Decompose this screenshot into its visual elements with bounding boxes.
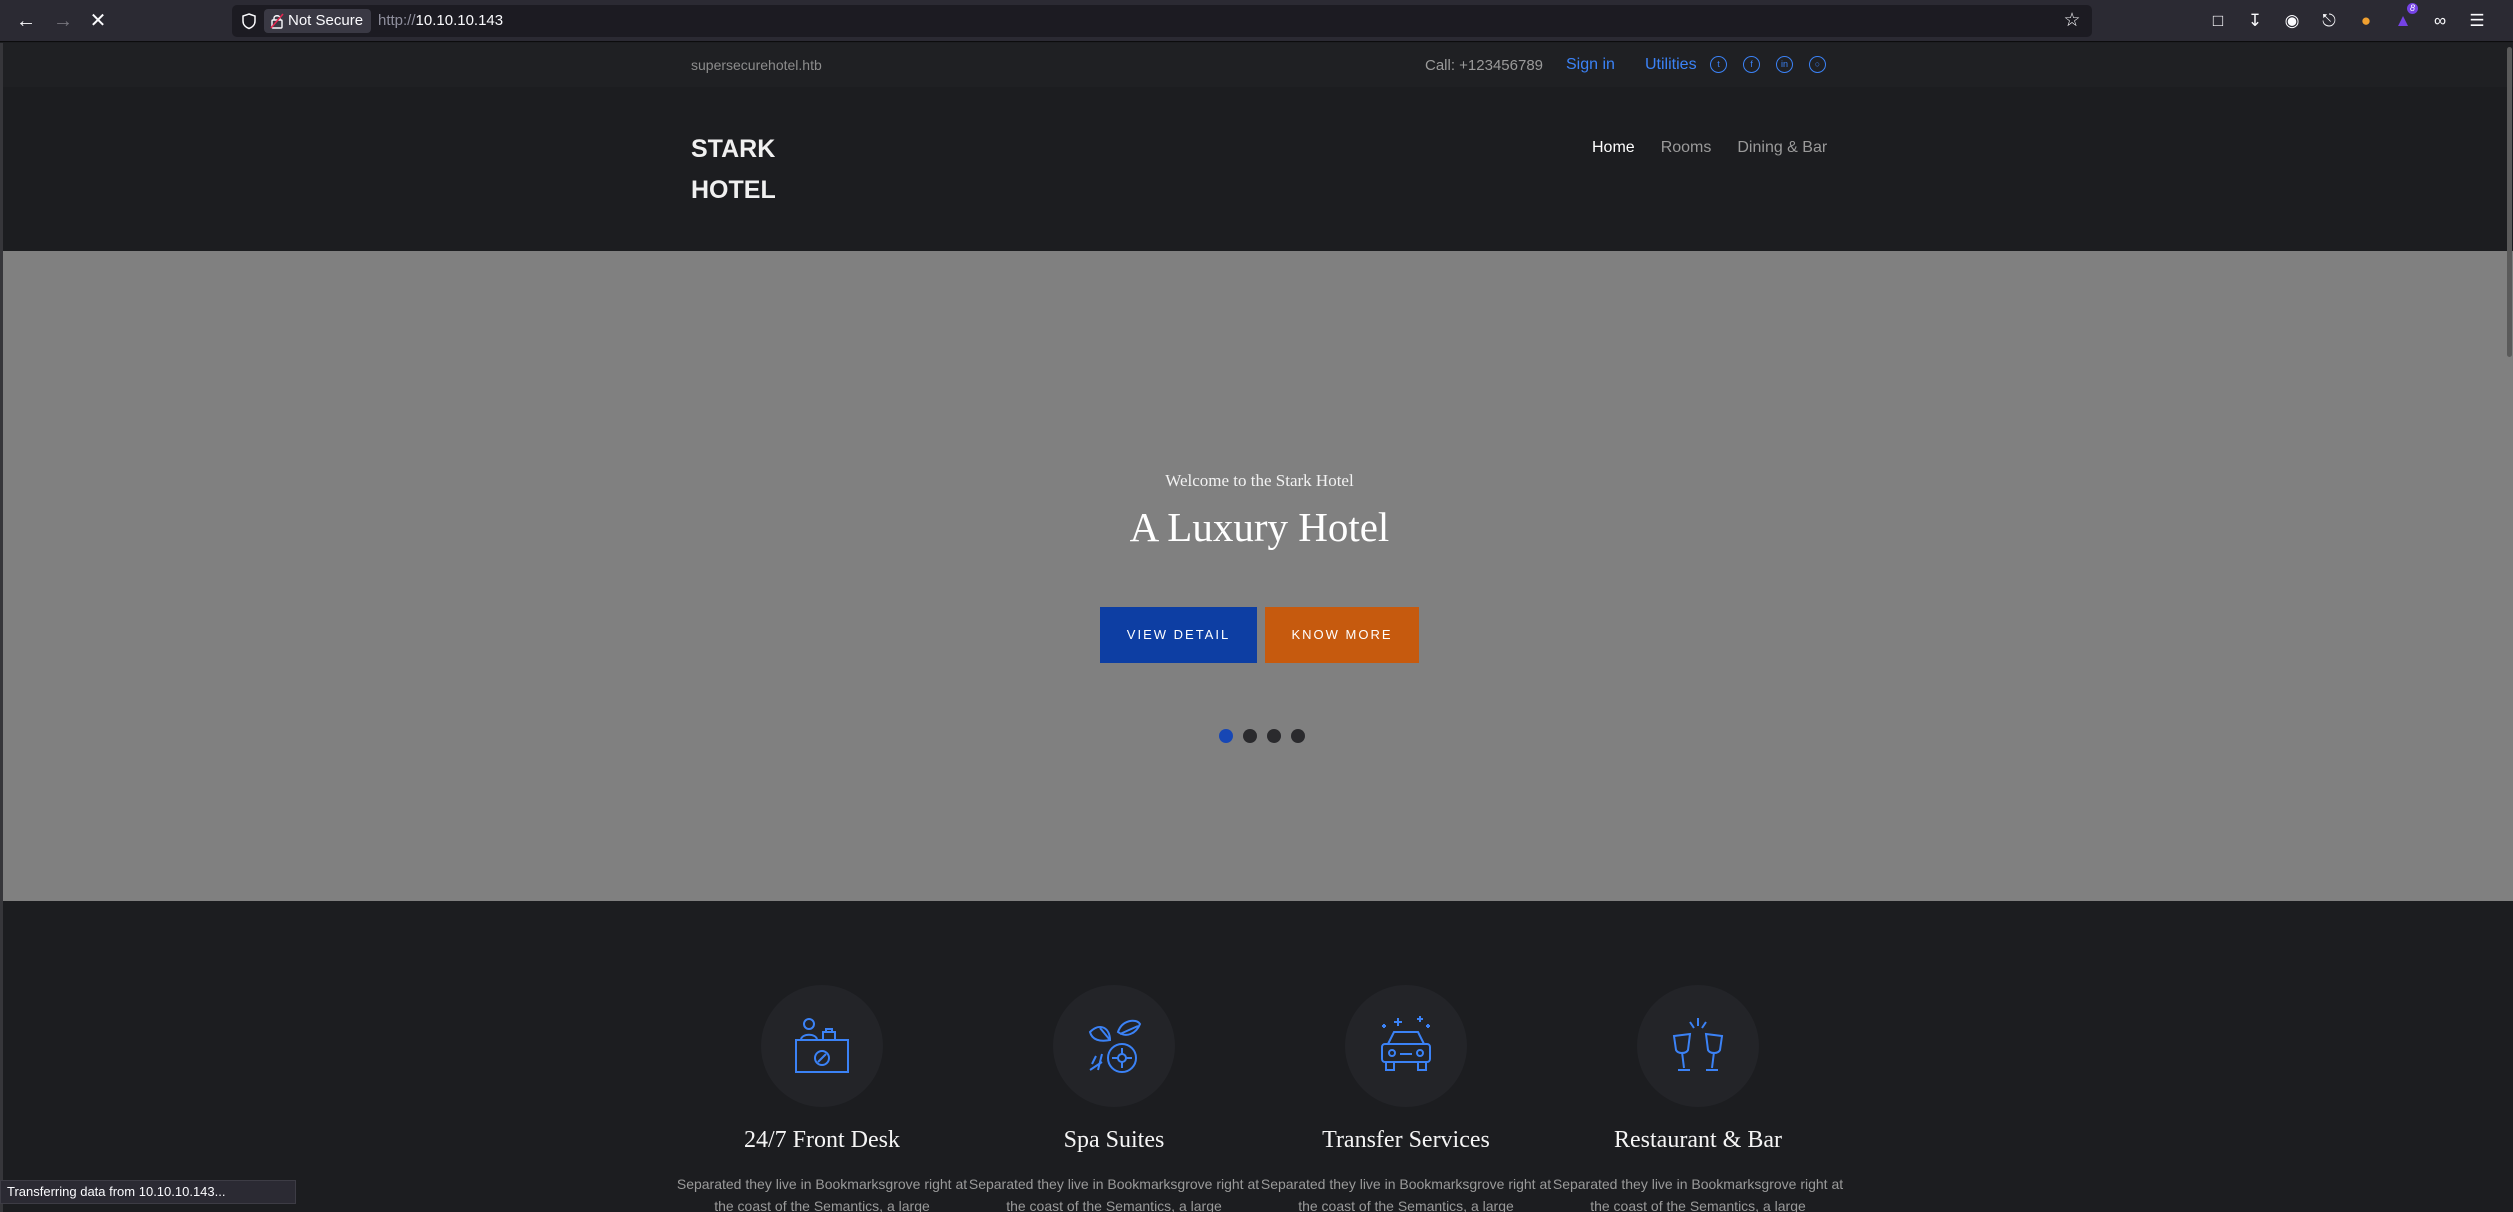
services-section: 24/7 Front Desk Separated they live in B…	[3, 901, 2513, 1212]
status-bar: Transferring data from 10.10.10.143...	[0, 1180, 296, 1204]
slider-dots	[1219, 729, 1305, 743]
site-domain: supersecurehotel.htb	[691, 57, 822, 73]
menu-icon[interactable]: ☰	[2464, 8, 2490, 34]
view-detail-button[interactable]: VIEW DETAIL	[1100, 607, 1257, 663]
nav-home[interactable]: Home	[1592, 139, 1635, 157]
bookmark-star-icon[interactable]: ☆	[2060, 9, 2084, 33]
service-title: Restaurant & Bar	[1614, 1127, 1782, 1153]
linkedin-icon[interactable]: in	[1776, 56, 1793, 73]
extension-badge: 8	[2406, 3, 2418, 14]
top-info-bar: supersecurehotel.htb Call: +123456789 Si…	[3, 43, 2513, 87]
service-card: 24/7 Front Desk Separated they live in B…	[676, 985, 968, 1212]
service-icon-circle	[1637, 985, 1759, 1107]
ublock-extension-icon[interactable]: ▲ 8	[2390, 3, 2418, 34]
phone-number: Call: +123456789	[1425, 57, 1544, 74]
site-header: STARK HOTEL Home Rooms Dining & Bar	[3, 87, 2513, 251]
site-logo[interactable]: STARK HOTEL	[691, 129, 801, 211]
brand-line-2: HOTEL	[691, 176, 776, 204]
facebook-icon[interactable]: f	[1743, 56, 1760, 73]
spa-icon	[1088, 1019, 1142, 1073]
nav-dining-bar[interactable]: Dining & Bar	[1737, 139, 1827, 157]
service-icon-circle	[1345, 985, 1467, 1107]
hero-kicker: Welcome to the Stark Hotel	[1165, 471, 1354, 490]
service-card: Transfer Services Separated they live in…	[1260, 985, 1552, 1212]
hero-slider: Welcome to the Stark Hotel A Luxury Hote…	[3, 251, 2513, 901]
utilities-link[interactable]: Utilities	[1645, 56, 1697, 74]
front-desk-icon	[795, 1018, 849, 1073]
service-text: Separated they live in Bookmarksgrove ri…	[1552, 1176, 1844, 1212]
sign-in-link[interactable]: Sign in	[1566, 56, 1615, 74]
forward-arrow-icon[interactable]: →	[50, 8, 76, 34]
service-text: Separated they live in Bookmarksgrove ri…	[968, 1176, 1260, 1212]
hero-title: A Luxury Hotel	[1129, 504, 1390, 550]
web-page: supersecurehotel.htb Call: +123456789 Si…	[0, 43, 2513, 1212]
service-card: Restaurant & Bar Separated they live in …	[1552, 985, 1844, 1212]
twitter-icon[interactable]: t	[1710, 56, 1727, 73]
brand-line-1: STARK	[691, 135, 776, 163]
service-text: Separated they live in Bookmarksgrove ri…	[1260, 1176, 1552, 1212]
service-title: Spa Suites	[1063, 1127, 1165, 1153]
toolbar-icons: □ ↧ ◉ ⎋ ● ▲ 8 ∞ ☰	[2205, 3, 2490, 34]
service-card: Spa Suites Separated they live in Bookma…	[968, 985, 1260, 1212]
url-host: 10.10.10.143	[415, 12, 504, 29]
slide-dot-3[interactable]	[1267, 729, 1281, 743]
back-arrow-icon[interactable]: ←	[13, 8, 39, 34]
service-title: Transfer Services	[1322, 1127, 1490, 1153]
slide-dot-1[interactable]	[1219, 729, 1233, 743]
account-icon[interactable]: ◉	[2279, 8, 2305, 34]
slide-dot-2[interactable]	[1243, 729, 1257, 743]
main-navigation: Home Rooms Dining & Bar	[1592, 139, 1827, 157]
service-title: 24/7 Front Desk	[744, 1127, 900, 1153]
url-text[interactable]: http://10.10.10.143	[378, 5, 503, 37]
tracking-shield-icon[interactable]	[240, 12, 258, 30]
browser-toolbar: ← → ✕ Not Secure http://10.10.10.143 ☆ □…	[0, 0, 2513, 42]
downloads-icon[interactable]: ↧	[2242, 8, 2268, 34]
social-links: t f in ○	[1710, 56, 1826, 73]
nav-rooms[interactable]: Rooms	[1661, 139, 1712, 157]
stop-loading-icon[interactable]: ✕	[85, 8, 111, 34]
insecure-lock-icon	[270, 13, 284, 29]
know-more-button[interactable]: KNOW MORE	[1265, 607, 1419, 663]
glasses-icon	[1672, 1018, 1724, 1071]
service-text: Separated they live in Bookmarksgrove ri…	[676, 1176, 968, 1212]
instagram-icon[interactable]: ○	[1809, 56, 1826, 73]
extensions-icon[interactable]: ⎋	[2316, 8, 2342, 34]
cookie-extension-icon[interactable]: ●	[2353, 8, 2379, 34]
service-icon-circle	[761, 985, 883, 1107]
car-icon	[1381, 1016, 1431, 1071]
scrollbar-thumb[interactable]	[2507, 47, 2512, 357]
not-secure-label: Not Secure	[288, 12, 364, 29]
service-icon-circle	[1053, 985, 1175, 1107]
pocket-icon[interactable]: □	[2205, 8, 2231, 34]
page-scrollbar[interactable]	[2505, 43, 2513, 363]
foxyproxy-icon[interactable]: ∞	[2427, 8, 2453, 34]
address-bar[interactable]: Not Secure http://10.10.10.143 ☆	[232, 5, 2092, 37]
url-scheme: http://	[378, 12, 416, 29]
slide-dot-4[interactable]	[1291, 729, 1305, 743]
not-secure-indicator[interactable]: Not Secure	[264, 9, 372, 33]
